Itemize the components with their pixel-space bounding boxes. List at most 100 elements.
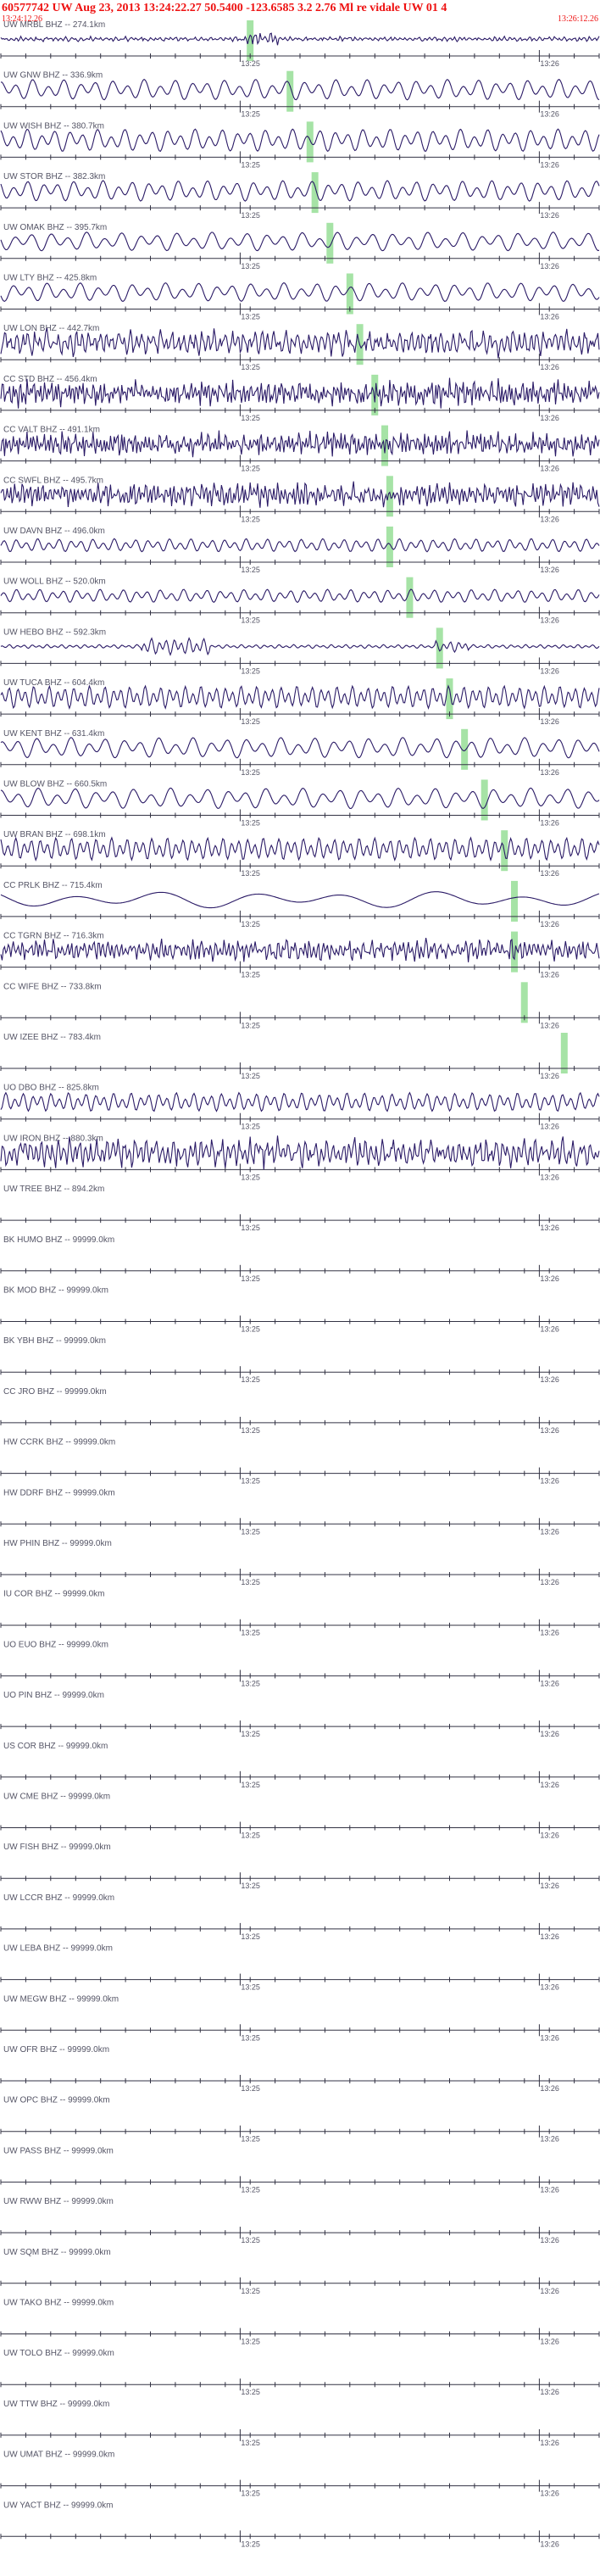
pick-marker xyxy=(311,172,319,214)
station-label: UW YACT BHZ -- 99999.0km xyxy=(3,2501,113,2510)
tick-label: 13:26 xyxy=(540,2490,559,2498)
tick-label: 13:26 xyxy=(540,1173,559,1181)
tick-label: 13:26 xyxy=(540,1882,559,1890)
station-row: UW YACT BHZ -- 99999.0km 13:25 13:26 xyxy=(0,2501,600,2548)
tick-label: 13:26 xyxy=(540,1426,559,1435)
station-label: CC VALT BHZ -- 491.1km xyxy=(3,426,100,435)
station-row: UW TTW BHZ -- 99999.0km 13:25 13:26 xyxy=(0,2400,600,2447)
tick-label: 13:25 xyxy=(241,363,260,371)
station-row: UO PIN BHZ -- 99999.0km 13:25 13:26 xyxy=(0,1691,600,1738)
station-label: UO DBO BHZ -- 825.8km xyxy=(3,1084,99,1093)
tick-label: 13:26 xyxy=(540,971,559,979)
station-row: UW FISH BHZ -- 99999.0km 13:25 13:26 xyxy=(0,1843,600,1890)
station-row: UO DBO BHZ -- 825.8km 13:25 13:26 xyxy=(0,1084,600,1131)
tick-label: 13:26 xyxy=(540,465,559,473)
station-row: UW OMAK BHZ -- 395.7km 13:25 13:26 xyxy=(0,223,600,270)
tick-label: 13:25 xyxy=(241,2540,260,2548)
station-row: UW LTY BHZ -- 425.8km 13:25 13:26 xyxy=(0,274,600,321)
tick-label: 13:26 xyxy=(540,717,559,726)
station-row: UW DAVN BHZ -- 496.0km 13:25 13:26 xyxy=(0,527,600,574)
tick-label: 13:25 xyxy=(241,2439,260,2447)
station-label: CC JRO BHZ -- 99999.0km xyxy=(3,1387,107,1397)
station-row: UW OFR BHZ -- 99999.0km 13:25 13:26 xyxy=(0,2045,600,2093)
tick-label: 13:26 xyxy=(540,1123,559,1131)
station-label: UO PIN BHZ -- 99999.0km xyxy=(3,1691,104,1700)
station-label: IU COR BHZ -- 99999.0km xyxy=(3,1590,104,1599)
waveform-trace xyxy=(0,32,600,46)
tick-label: 13:26 xyxy=(540,160,559,169)
tick-label: 13:25 xyxy=(241,920,260,928)
tick-label: 13:26 xyxy=(540,59,559,68)
tick-label: 13:25 xyxy=(241,1730,260,1738)
tick-label: 13:26 xyxy=(540,1527,559,1536)
station-row: IU COR BHZ -- 99999.0km 13:25 13:26 xyxy=(0,1590,600,1637)
pick-marker xyxy=(560,1033,568,1073)
station-label: UW OPC BHZ -- 99999.0km xyxy=(3,2096,110,2105)
waveform-trace xyxy=(0,128,600,153)
tick-label: 13:26 xyxy=(540,1679,559,1687)
station-label: UW RWW BHZ -- 99999.0km xyxy=(3,2197,114,2206)
station-row: UW BRAN BHZ -- 698.1km 13:25 13:26 xyxy=(0,830,600,878)
waveform-trace xyxy=(0,78,600,101)
station-row: UW BLOW BHZ -- 660.5km 13:25 13:26 xyxy=(0,780,600,828)
pick-marker xyxy=(306,121,314,163)
tick-label: 13:26 xyxy=(540,2287,559,2295)
station-row: UW CME BHZ -- 99999.0km 13:25 13:26 xyxy=(0,1793,600,1840)
station-label: HW CCRK BHZ -- 99999.0km xyxy=(3,1438,115,1447)
pick-marker xyxy=(286,70,294,112)
tick-label: 13:26 xyxy=(540,1932,559,1941)
tick-label: 13:25 xyxy=(241,160,260,169)
waveform-trace xyxy=(0,637,600,656)
tick-label: 13:26 xyxy=(540,1730,559,1738)
tick-label: 13:26 xyxy=(540,1274,559,1283)
tick-label: 13:26 xyxy=(540,211,559,220)
station-row: UW LON BHZ -- 442.7km 13:25 13:26 xyxy=(0,324,600,371)
tick-label: 13:25 xyxy=(241,1679,260,1687)
tick-label: 13:25 xyxy=(241,616,260,625)
station-row: BK YBH BHZ -- 99999.0km 13:25 13:26 xyxy=(0,1336,600,1384)
tick-label: 13:25 xyxy=(241,819,260,828)
tick-label: 13:26 xyxy=(540,869,559,878)
tick-label: 13:25 xyxy=(241,465,260,473)
station-label: UW STOR BHZ -- 382.3km xyxy=(3,172,105,181)
tick-label: 13:26 xyxy=(540,414,559,422)
station-row: UW LEBA BHZ -- 99999.0km 13:25 13:26 xyxy=(0,1944,600,1992)
tick-label: 13:25 xyxy=(241,313,260,321)
station-row: UW TUCA BHZ -- 604.4km13:25 13:26 xyxy=(0,678,600,726)
station-row: UW PASS BHZ -- 99999.0km 13:25 13:26 xyxy=(0,2146,600,2194)
station-row: CC TGRN BHZ -- 716.3km13:25 13:26 xyxy=(0,932,600,979)
tick-label: 13:25 xyxy=(241,2338,260,2346)
tick-label: 13:26 xyxy=(540,616,559,625)
tick-label: 13:26 xyxy=(540,566,559,574)
event-title: 60577742 UW Aug 23, 2013 13:24:22.27 50.… xyxy=(2,2,447,14)
station-label: UW OMAK BHZ -- 395.7km xyxy=(3,223,107,232)
tick-label: 13:25 xyxy=(241,1629,260,1637)
tick-label: 13:26 xyxy=(540,666,559,675)
station-label: BK HUMO BHZ -- 99999.0km xyxy=(3,1235,114,1245)
station-row: CC VALT BHZ -- 491.1km 13:25 13:26 xyxy=(0,426,600,473)
pick-marker xyxy=(326,222,334,264)
tick-label: 13:25 xyxy=(241,1832,260,1840)
station-row: CC SWFL BHZ -- 495.7km 13:25 13:26 xyxy=(0,476,600,523)
waveform-trace xyxy=(0,937,600,962)
station-row: UW UMAT BHZ -- 99999.0km 13:25 13:26 xyxy=(0,2451,600,2498)
seismogram-record-section: 60577742 UW Aug 23, 2013 13:24:22.27 50.… xyxy=(0,2,600,2548)
pick-marker xyxy=(381,425,389,466)
waveform-trace xyxy=(0,684,600,711)
tick-label: 13:25 xyxy=(241,1224,260,1232)
station-label: HW DDRF BHZ -- 99999.0km xyxy=(3,1488,115,1497)
waveform-trace xyxy=(0,538,600,553)
station-row: UW TOLO BHZ -- 99999.0km 13:25 13:26 xyxy=(0,2349,600,2396)
tick-label: 13:25 xyxy=(241,414,260,422)
station-label: UW DAVN BHZ -- 496.0km xyxy=(3,527,105,536)
tick-label: 13:25 xyxy=(241,717,260,726)
pick-marker xyxy=(510,880,518,922)
station-label: CC WIFE BHZ -- 733.8km xyxy=(3,982,102,991)
station-label: UW TOLO BHZ -- 99999.0km xyxy=(3,2349,114,2358)
station-label: UW IRON BHZ -- 880.3km xyxy=(3,1134,103,1143)
tick-label: 13:26 xyxy=(540,2439,559,2447)
station-row: UW WISH BHZ -- 380.7km 13:25 13:26 xyxy=(0,121,600,169)
tick-label: 13:26 xyxy=(540,2388,559,2396)
station-row: UW STOR BHZ -- 382.3km 13:25 13:26 xyxy=(0,172,600,220)
tick-label: 13:25 xyxy=(241,59,260,68)
